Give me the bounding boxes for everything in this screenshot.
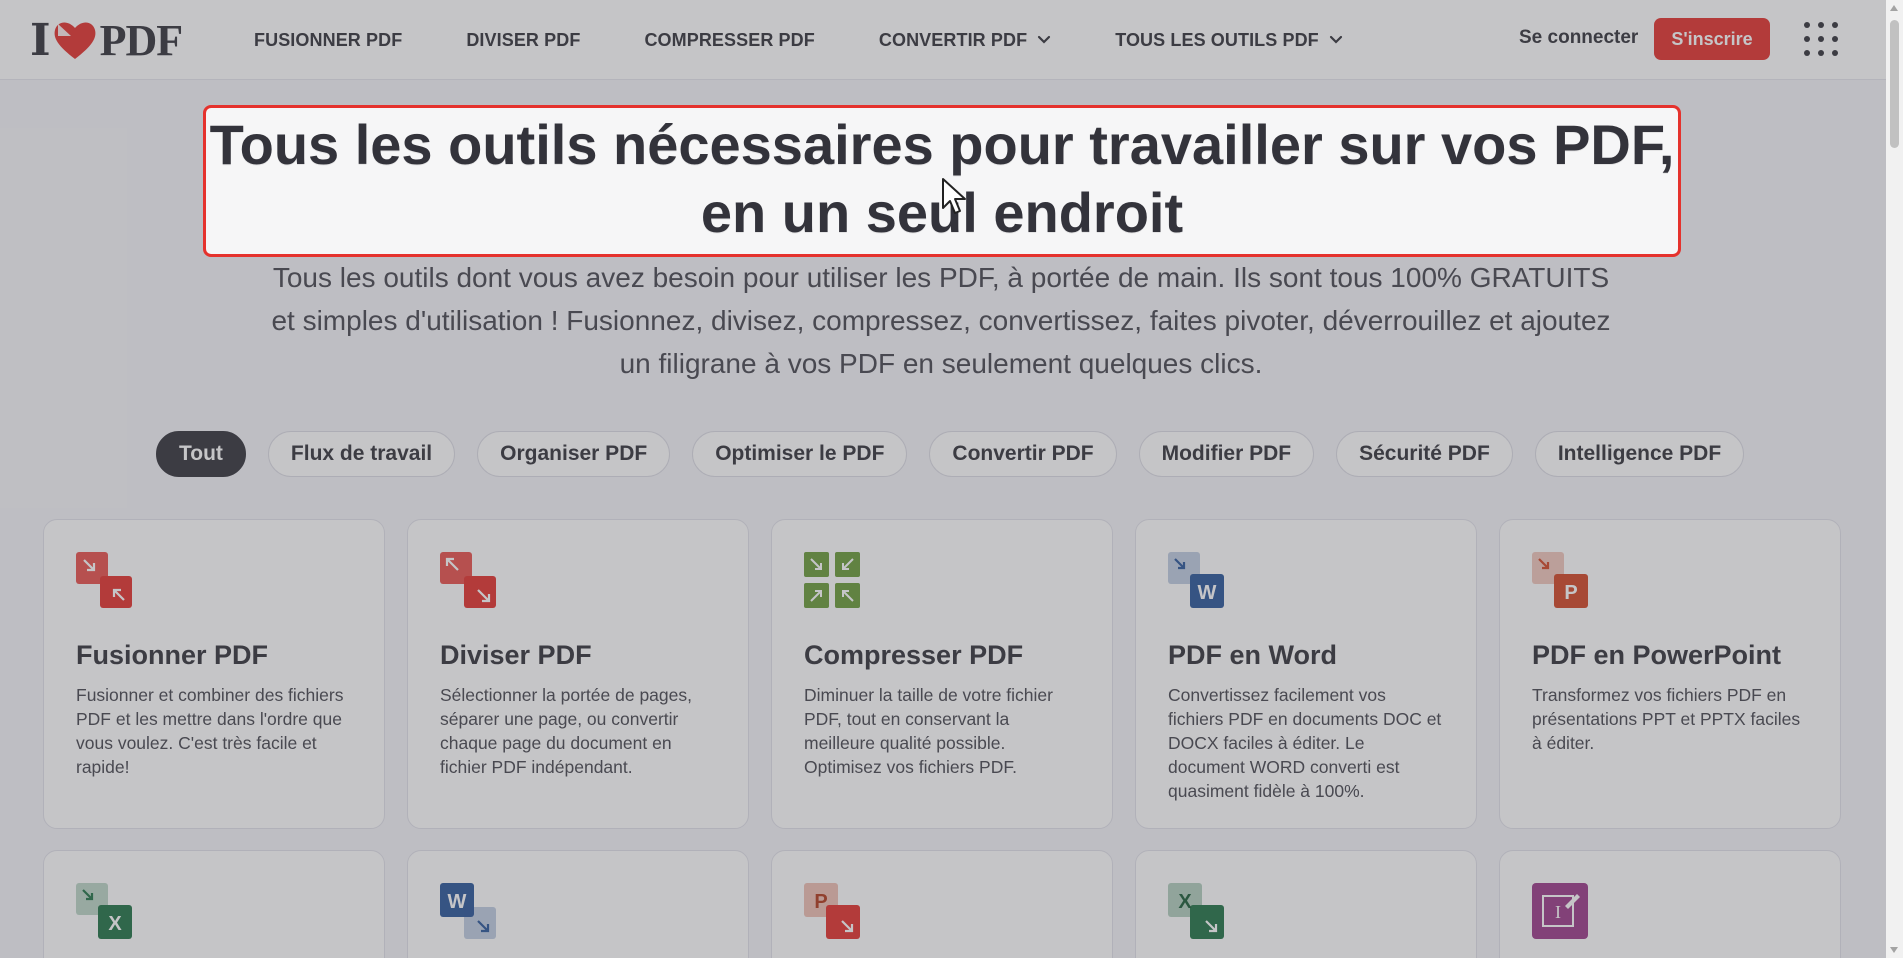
nav-label: FUSIONNER PDF <box>254 29 403 50</box>
category-filters: Tout Flux de travail Organiser PDF Optim… <box>156 431 1745 477</box>
tool-description: Fusionner et combiner des fichiers PDF e… <box>76 685 344 777</box>
scroll-down-arrow-icon[interactable] <box>1890 947 1898 953</box>
svg-text:I: I <box>1555 902 1561 922</box>
pdf-to-word-icon: W <box>1168 552 1224 608</box>
heart-icon <box>54 22 96 59</box>
logo-text: PDF <box>99 15 184 65</box>
main-nav: FUSIONNER PDF DIVISER PDF COMPRESSER PDF… <box>254 0 1407 80</box>
tool-card-pdf-to-word[interactable]: W PDF en Word Convertissez facilement vo… <box>1135 519 1477 829</box>
tool-description: Transformez vos fichiers PDF en présenta… <box>1532 685 1801 753</box>
tool-title: Compresser PDF <box>804 640 1024 670</box>
nav-split-pdf[interactable]: DIVISER PDF <box>466 30 580 51</box>
merge-pdf-icon <box>76 552 132 608</box>
nav-compress-pdf[interactable]: COMPRESSER PDF <box>644 30 814 51</box>
filter-convert[interactable]: Convertir PDF <box>929 431 1117 477</box>
chevron-down-icon <box>1329 35 1342 44</box>
nav-all-tools[interactable]: TOUS LES OUTILS PDF <box>1115 30 1343 51</box>
pdf-to-excel-icon: X <box>76 883 132 939</box>
filter-organize[interactable]: Organiser PDF <box>477 431 671 477</box>
svg-text:X: X <box>1178 891 1192 913</box>
tool-title: PDF en Word <box>1168 640 1338 670</box>
powerpoint-to-pdf-icon: P <box>804 883 860 939</box>
split-pdf-icon <box>440 552 496 608</box>
tool-card-compress[interactable]: Compresser PDF Diminuer la taille de vot… <box>771 519 1113 829</box>
nav-merge-pdf[interactable]: FUSIONNER PDF <box>254 30 402 51</box>
filter-optimize[interactable]: Optimiser le PDF <box>692 431 908 477</box>
svg-text:P: P <box>1564 582 1577 604</box>
svg-text:X: X <box>108 913 122 935</box>
tool-description: Diminuer la taille de votre fichier PDF,… <box>804 685 1053 777</box>
filter-all[interactable]: Tout <box>156 431 246 477</box>
word-to-pdf-icon: W <box>440 883 496 939</box>
ilovepdf-logo[interactable]: I PDF <box>30 14 184 66</box>
logo-letter: I <box>30 14 51 66</box>
tool-card-word-to-pdf[interactable]: W <box>407 850 749 958</box>
svg-text:W: W <box>448 891 467 913</box>
edit-pdf-icon: I <box>1532 883 1588 939</box>
pdf-to-powerpoint-icon: P <box>1532 552 1588 608</box>
highlight-line-1: Tous les outils nécessaires pour travail… <box>209 113 1675 176</box>
nav-label: CONVERTIR PDF <box>878 29 1028 50</box>
chevron-down-icon <box>1038 35 1051 44</box>
filter-workflows[interactable]: Flux de travail <box>267 431 456 477</box>
tool-description: Convertissez facilement vos fichiers PDF… <box>1168 685 1442 801</box>
tool-card-pdf-to-excel[interactable]: X <box>43 850 385 958</box>
tool-title: Fusionner PDF <box>76 640 269 670</box>
signup-button[interactable]: S'inscrire <box>1654 18 1770 60</box>
tool-card-split[interactable]: Diviser PDF Sélectionner la portée de pa… <box>407 519 749 829</box>
apps-grid-icon[interactable] <box>1804 22 1838 56</box>
svg-text:P: P <box>814 891 827 913</box>
nav-label: COMPRESSER PDF <box>644 29 815 50</box>
nav-label: TOUS LES OUTILS PDF <box>1115 29 1319 50</box>
compress-pdf-icon <box>804 552 860 608</box>
scroll-up-arrow-icon[interactable] <box>1890 5 1898 11</box>
nav-label: DIVISER PDF <box>466 29 581 50</box>
tool-title: Diviser PDF <box>440 640 592 670</box>
svg-text:W: W <box>1198 582 1217 604</box>
page-subtitle: Tous les outils dont vous avez besoin po… <box>271 262 1611 379</box>
tool-card-merge[interactable]: Fusionner PDF Fusionner et combiner des … <box>43 519 385 829</box>
tool-card-powerpoint-to-pdf[interactable]: P <box>771 850 1113 958</box>
filter-security[interactable]: Sécurité PDF <box>1336 431 1513 477</box>
filter-intelligence[interactable]: Intelligence PDF <box>1534 431 1745 477</box>
tool-card-pdf-to-powerpoint[interactable]: P PDF en PowerPoint Transformez vos fich… <box>1499 519 1841 829</box>
tool-card-excel-to-pdf[interactable]: X <box>1135 850 1477 958</box>
tool-card-edit-pdf[interactable]: I <box>1499 850 1841 958</box>
tool-title: PDF en PowerPoint <box>1532 640 1782 670</box>
top-header: I PDF FUSIONNER PDF DIVISER PDF COMPRESS… <box>0 0 1886 80</box>
scrollbar-thumb[interactable] <box>1890 20 1899 148</box>
page-scrollbar[interactable] <box>1886 0 1903 958</box>
filter-edit[interactable]: Modifier PDF <box>1138 431 1315 477</box>
nav-convert-pdf[interactable]: CONVERTIR PDF <box>879 30 1051 51</box>
excel-to-pdf-icon: X <box>1168 883 1224 939</box>
tool-description: Sélectionner la portée de pages, séparer… <box>440 685 692 777</box>
login-link[interactable]: Se connecter <box>1519 27 1638 49</box>
mouse-cursor-icon <box>942 178 966 214</box>
